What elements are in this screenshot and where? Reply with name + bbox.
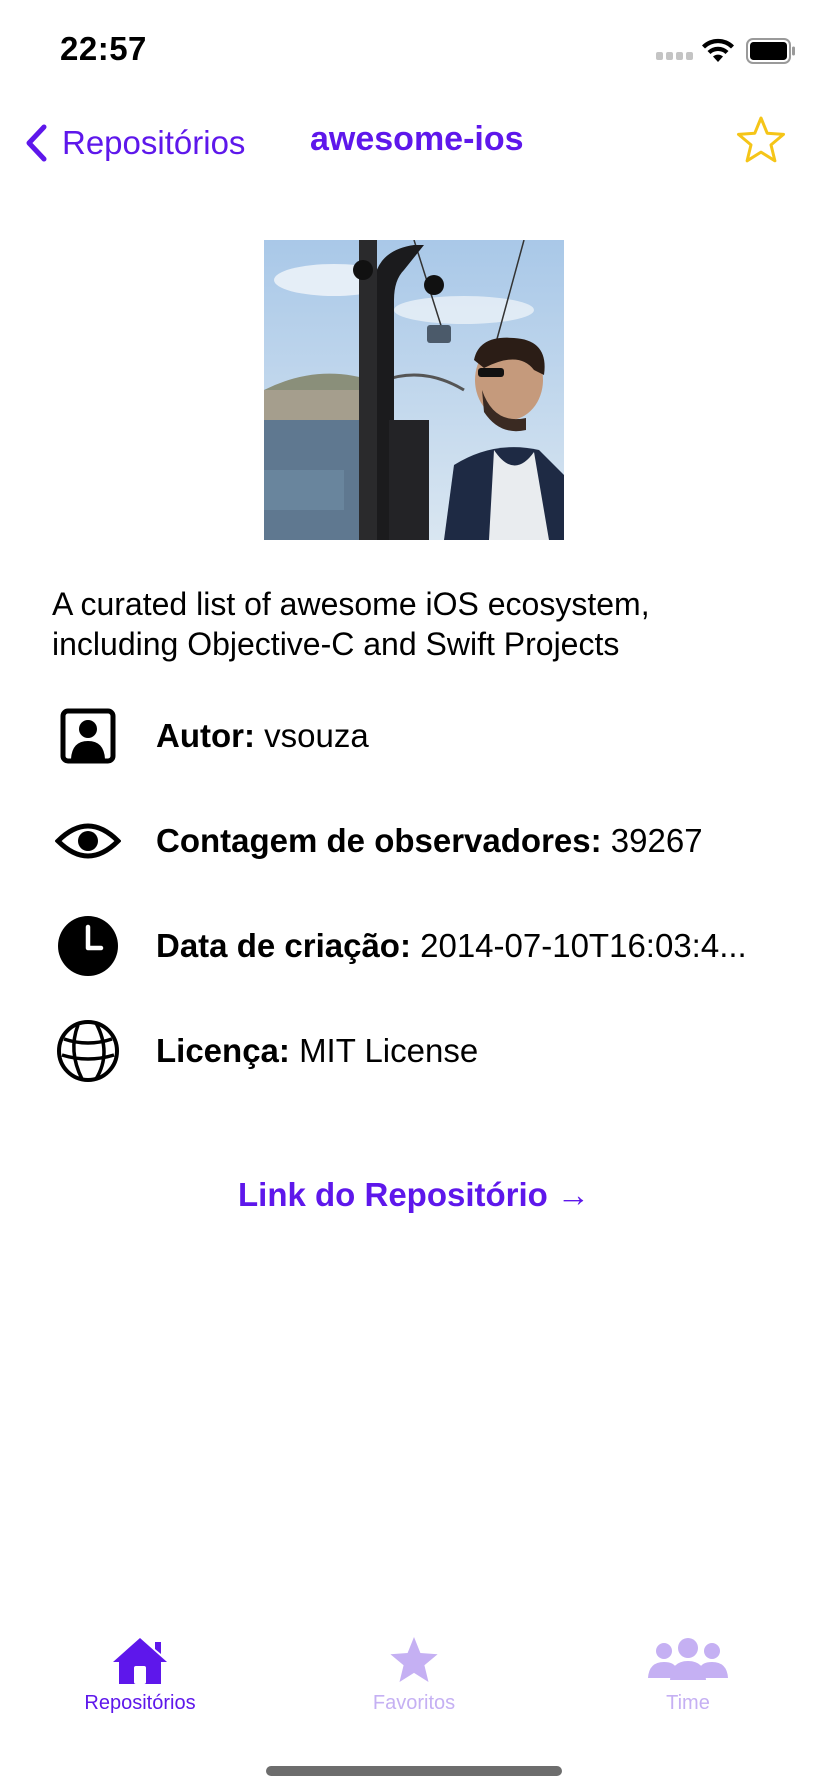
info-value-author: vsouza xyxy=(264,717,369,754)
globe-icon xyxy=(52,1015,124,1087)
tab-favoritos[interactable]: Favoritos xyxy=(304,1636,524,1715)
info-value-created: 2014-07-10T16:03:4... xyxy=(420,927,747,964)
status-bar: 22:57 xyxy=(0,0,828,100)
tab-label-repositorios: Repositórios xyxy=(84,1692,196,1714)
navigation-bar: Repositórios awesome-ios xyxy=(0,100,828,188)
info-key-author: Autor: xyxy=(156,717,255,754)
info-row-created: Data de criação: 2014-07-10T16:03:4... xyxy=(52,911,782,981)
info-row-watchers: Contagem de observadores: 39267 xyxy=(52,806,782,876)
owner-avatar-photo xyxy=(264,240,564,540)
info-key-license: Licença: xyxy=(156,1032,290,1069)
tab-label-time: Time xyxy=(666,1692,710,1714)
info-row-author: Autor: vsouza xyxy=(52,701,782,771)
info-key-watchers: Contagem de observadores: xyxy=(156,822,602,859)
house-icon xyxy=(113,1638,167,1684)
tab-time[interactable]: Time xyxy=(578,1636,798,1715)
home-indicator[interactable] xyxy=(266,1766,562,1776)
info-value-watchers: 39267 xyxy=(610,822,703,859)
tab-repositorios[interactable]: Repositórios xyxy=(30,1636,250,1715)
tab-bar: Repositórios Favoritos Time xyxy=(0,1620,828,1730)
back-button[interactable]: Repositórios xyxy=(22,118,245,168)
back-button-label: Repositórios xyxy=(62,124,246,161)
cellular-signal-icon xyxy=(656,52,693,60)
info-value-license: MIT License xyxy=(299,1032,479,1069)
tab-label-favoritos: Favoritos xyxy=(372,1692,456,1714)
info-key-created: Data de criação: xyxy=(156,927,411,964)
repo-description: A curated list of awesome iOS ecosystem,… xyxy=(52,586,650,662)
eye-icon xyxy=(52,805,124,877)
people-icon xyxy=(648,1638,728,1680)
chevron-left-icon xyxy=(26,124,47,162)
star-icon xyxy=(390,1637,438,1682)
clock-icon xyxy=(52,910,124,982)
wifi-icon xyxy=(702,38,734,62)
battery-icon xyxy=(746,38,795,64)
repository-link[interactable]: Link do Repositório → xyxy=(0,1176,828,1214)
person-icon xyxy=(52,700,124,772)
info-row-license: Licença: MIT License xyxy=(52,1016,782,1086)
page-title: awesome-ios xyxy=(310,120,524,158)
star-outline-icon[interactable] xyxy=(734,114,788,168)
status-time: 22:57 xyxy=(60,30,147,67)
